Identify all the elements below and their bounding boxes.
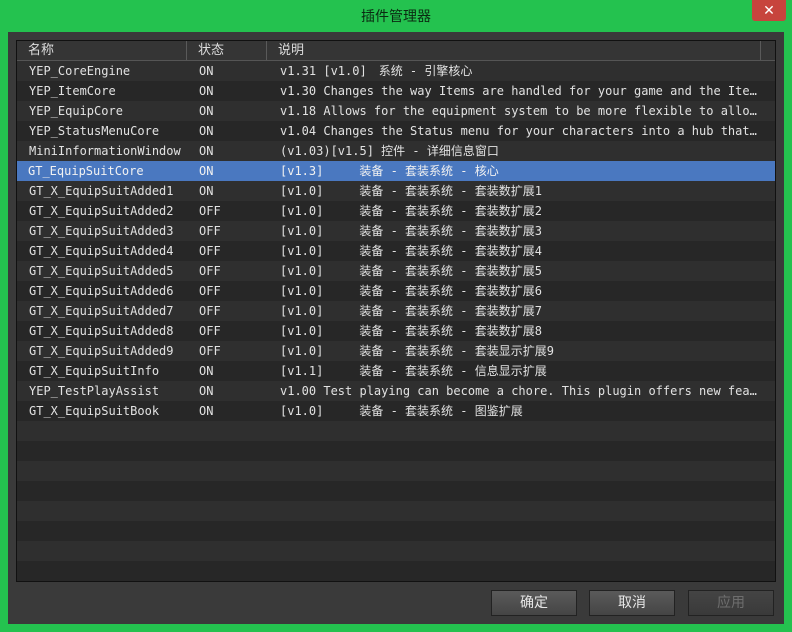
empty-row[interactable] [17, 561, 775, 581]
table-row[interactable]: YEP_CoreEngine ON v1.31 [v1.0] 系统 - 引擎核心 [17, 61, 775, 81]
dialog-buttons: 确定 取消 应用 [8, 590, 784, 618]
table-row[interactable]: YEP_EquipCore ON v1.18 Allows for the equi… [17, 101, 775, 121]
table-row[interactable]: GT_X_EquipSuitInfo ON [v1.1] 装备 - 套装系统 - 信… [17, 361, 775, 381]
table-row-selected[interactable]: GT_EquipSuitCore ON [v1.3] 装备 - 套装系统 - 核心 [17, 161, 775, 181]
close-icon: ✕ [763, 2, 775, 19]
table-row[interactable]: YEP_StatusMenuCore ON v1.04 Changes the St… [17, 121, 775, 141]
table-row[interactable]: YEP_ItemCore ON v1.30 Changes the way Item… [17, 81, 775, 101]
title-bar: 插件管理器 ✕ [0, 0, 792, 32]
cancel-button[interactable]: 取消 [589, 590, 675, 616]
empty-row[interactable] [17, 461, 775, 481]
table-row[interactable]: GT_X_EquipSuitAdded7 OFF [v1.0] 装备 - 套装系统 … [17, 301, 775, 321]
table-row[interactable]: GT_X_EquipSuitAdded4 OFF [v1.0] 装备 - 套装系统 … [17, 241, 775, 261]
close-button[interactable]: ✕ [752, 0, 786, 21]
column-header-status[interactable]: 状态 [187, 41, 267, 60]
table-row[interactable]: GT_X_EquipSuitAdded1 ON [v1.0] 装备 - 套装系统 -… [17, 181, 775, 201]
plugin-list[interactable]: 名称 状态 说明 YEP_CoreEngine ON v1.31 [v1.0] 系统… [16, 40, 776, 582]
column-header-description[interactable]: 说明 [267, 41, 761, 60]
table-row[interactable]: YEP_TestPlayAssist ON v1.00 Test playing c… [17, 381, 775, 401]
window-title: 插件管理器 [361, 9, 431, 25]
plugin-rows: YEP_CoreEngine ON v1.31 [v1.0] 系统 - 引擎核心 Y… [17, 61, 775, 581]
empty-row[interactable] [17, 541, 775, 561]
table-row[interactable]: GT_X_EquipSuitBook ON [v1.0] 装备 - 套装系统 - 图… [17, 401, 775, 421]
table-row[interactable]: GT_X_EquipSuitAdded9 OFF [v1.0] 装备 - 套装系统 … [17, 341, 775, 361]
empty-row[interactable] [17, 421, 775, 441]
table-row[interactable]: GT_X_EquipSuitAdded2 OFF [v1.0] 装备 - 套装系统 … [17, 201, 775, 221]
table-row[interactable]: GT_X_EquipSuitAdded8 OFF [v1.0] 装备 - 套装系统 … [17, 321, 775, 341]
apply-button: 应用 [688, 590, 774, 616]
ok-button[interactable]: 确定 [491, 590, 577, 616]
list-header: 名称 状态 说明 [17, 41, 775, 61]
table-row[interactable]: GT_X_EquipSuitAdded6 OFF [v1.0] 装备 - 套装系统 … [17, 281, 775, 301]
empty-row[interactable] [17, 481, 775, 501]
table-row[interactable]: MiniInformationWindow ON (v1.03)[v1.5] 控件 … [17, 141, 775, 161]
window-client: 名称 状态 说明 YEP_CoreEngine ON v1.31 [v1.0] 系统… [8, 32, 784, 624]
empty-row[interactable] [17, 521, 775, 541]
empty-row[interactable] [17, 501, 775, 521]
column-header-name[interactable]: 名称 [17, 41, 187, 60]
empty-row[interactable] [17, 441, 775, 461]
table-row[interactable]: GT_X_EquipSuitAdded5 OFF [v1.0] 装备 - 套装系统 … [17, 261, 775, 281]
table-row[interactable]: GT_X_EquipSuitAdded3 OFF [v1.0] 装备 - 套装系统 … [17, 221, 775, 241]
